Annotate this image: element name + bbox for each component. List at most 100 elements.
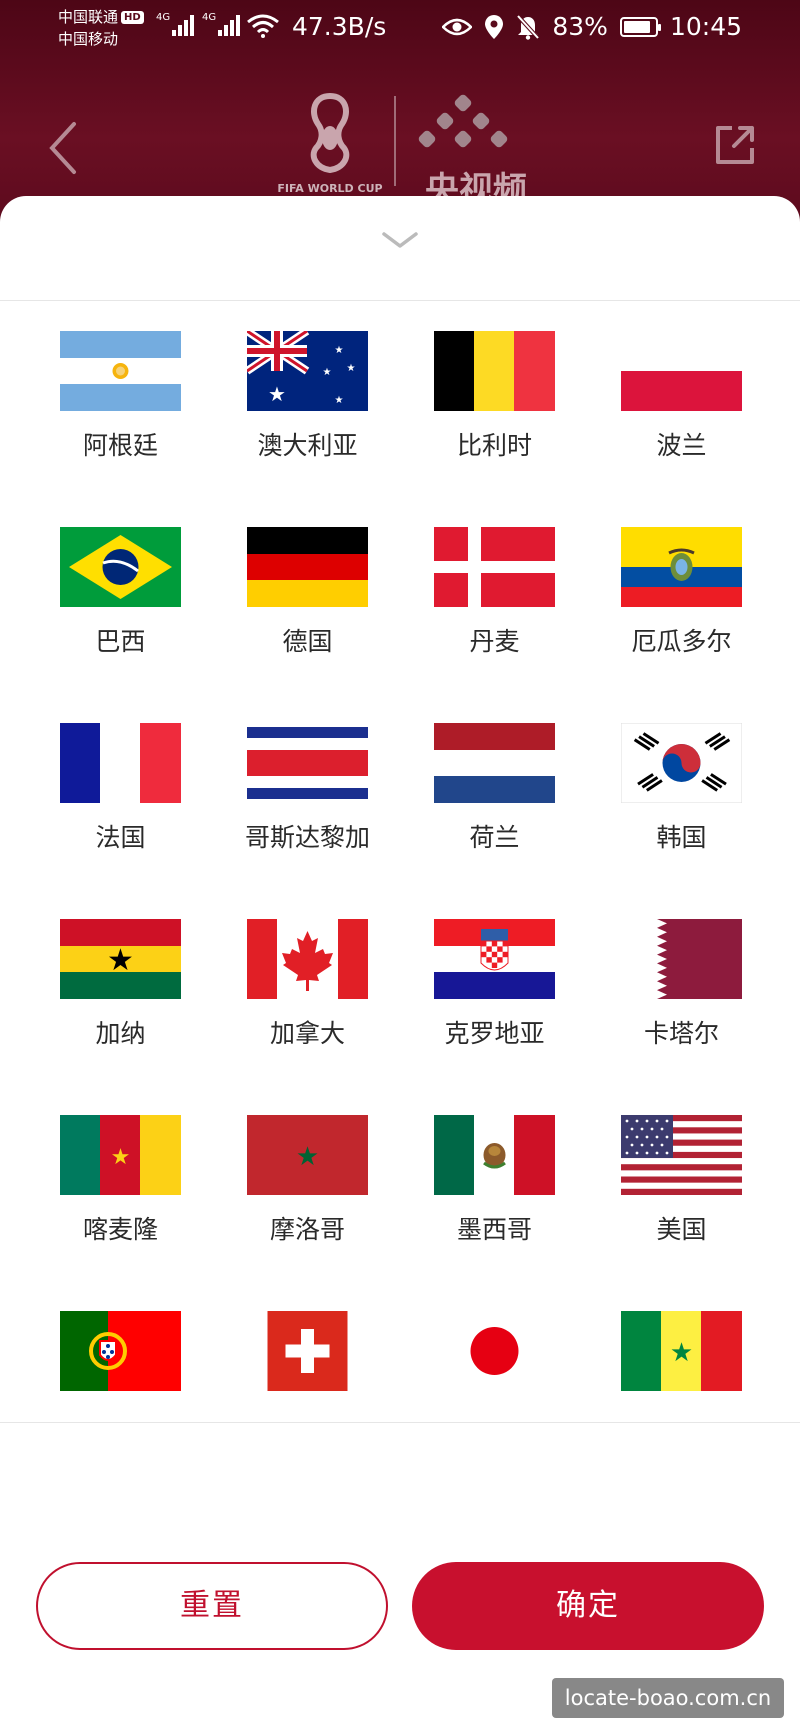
hd-badge: HD (121, 11, 144, 24)
country-item-netherlands[interactable]: 荷兰 (401, 693, 588, 889)
sheet-divider-bottom (0, 1422, 800, 1423)
portugal-flag-icon (60, 1311, 181, 1391)
signal-1-icon (172, 14, 194, 36)
country-item-ecuador[interactable]: 厄瓜多尔 (588, 497, 775, 693)
country-name: 比利时 (456, 431, 532, 460)
battery-percent: 83% (552, 12, 608, 41)
back-arrow-icon[interactable] (44, 118, 84, 178)
netherlands-flag-icon (434, 723, 555, 803)
carrier-info: 中国联通 HD 中国移动 (58, 6, 144, 50)
country-item-canada[interactable]: 加拿大 (214, 889, 401, 1085)
ghana-flag-icon: ★ (60, 919, 181, 999)
country-item-cameroon[interactable]: ★ 喀麦隆 (27, 1085, 214, 1281)
mute-bell-icon (516, 14, 540, 40)
country-item-portugal[interactable] (27, 1281, 214, 1415)
country-item-france[interactable]: 法国 (27, 693, 214, 889)
country-item-belgium[interactable]: 比利时 (401, 301, 588, 497)
country-name: 巴西 (95, 627, 146, 656)
country-item-croatia[interactable]: 克罗地亚 (401, 889, 588, 1085)
svg-text:★: ★ (111, 1145, 131, 1170)
korea-flag-icon (621, 723, 742, 803)
senegal-flag-icon: ★ (621, 1311, 742, 1391)
country-name: 喀麦隆 (82, 1215, 158, 1244)
argentina-flag-icon (60, 331, 181, 411)
carrier-1: 中国联通 (58, 8, 119, 26)
country-name: 摩洛哥 (269, 1215, 345, 1244)
country-grid: 阿根廷 ★ ★ ★ ★ ★ 澳大利亚 比利时 波兰 巴西 德国 丹麦 厄瓜多尔 … (0, 301, 800, 1415)
usa-flag-icon (621, 1115, 742, 1195)
watermark: locate-boao.com.cn (552, 1678, 784, 1718)
cameroon-flag-icon: ★ (60, 1115, 181, 1195)
svg-text:★: ★ (107, 943, 134, 978)
svg-text:★: ★ (335, 395, 344, 406)
country-item-poland[interactable]: 波兰 (588, 301, 775, 497)
country-name: 韩国 (656, 823, 707, 852)
australia-flag-icon: ★ ★ ★ ★ ★ (247, 331, 368, 411)
country-name: 阿根廷 (82, 431, 158, 460)
country-name: 德国 (282, 627, 333, 656)
country-name: 丹麦 (469, 627, 520, 656)
network-type-1: 4G (156, 12, 171, 23)
country-item-costa-rica[interactable]: 哥斯达黎加 (214, 693, 401, 889)
morocco-flag-icon: ★ (247, 1115, 368, 1195)
wifi-icon (247, 14, 279, 38)
country-name: 哥斯达黎加 (244, 823, 370, 852)
country-item-japan[interactable] (401, 1281, 588, 1415)
net-speed: 47.3B/s (292, 12, 387, 41)
country-name: 法国 (95, 823, 146, 852)
country-item-senegal[interactable]: ★ (588, 1281, 775, 1415)
battery-icon (619, 16, 661, 37)
japan-flag-icon (434, 1311, 555, 1391)
location-icon (485, 14, 504, 39)
country-filter-sheet: 阿根廷 ★ ★ ★ ★ ★ 澳大利亚 比利时 波兰 巴西 德国 丹麦 厄瓜多尔 … (0, 196, 800, 1733)
network-type-2: 4G (202, 12, 217, 23)
carrier-2: 中国移动 (58, 30, 119, 48)
ecuador-flag-icon (621, 527, 742, 607)
country-item-switzerland[interactable] (214, 1281, 401, 1415)
svg-text:★: ★ (347, 363, 356, 374)
france-flag-icon (60, 723, 181, 803)
belgium-flag-icon (434, 331, 555, 411)
country-item-mexico[interactable]: 墨西哥 (401, 1085, 588, 1281)
denmark-flag-icon (434, 527, 555, 607)
svg-text:★: ★ (268, 382, 286, 406)
clock: 10:45 (669, 12, 742, 41)
country-item-korea[interactable]: 韩国 (588, 693, 775, 889)
country-item-germany[interactable]: 德国 (214, 497, 401, 693)
country-item-argentina[interactable]: 阿根廷 (27, 301, 214, 497)
country-name: 荷兰 (469, 823, 520, 852)
country-name: 波兰 (656, 431, 707, 460)
country-item-australia[interactable]: ★ ★ ★ ★ ★ 澳大利亚 (214, 301, 401, 497)
country-name: 加拿大 (269, 1019, 345, 1048)
country-name: 加纳 (95, 1019, 146, 1048)
trophy-icon (310, 92, 350, 174)
svg-text:★: ★ (335, 345, 344, 356)
confirm-button[interactable]: 确定 (412, 1562, 764, 1650)
country-name: 卡塔尔 (643, 1019, 719, 1048)
country-item-qatar[interactable]: 卡塔尔 (588, 889, 775, 1085)
reset-button[interactable]: 重置 (36, 1562, 388, 1650)
country-name: 厄瓜多尔 (631, 627, 732, 656)
svg-text:★: ★ (296, 1142, 319, 1172)
country-item-usa[interactable]: 美国 (588, 1085, 775, 1281)
country-item-brazil[interactable]: 巴西 (27, 497, 214, 693)
share-icon[interactable] (710, 120, 760, 170)
country-item-ghana[interactable]: ★ 加纳 (27, 889, 214, 1085)
qatar-flag-icon (621, 919, 742, 999)
country-name: 墨西哥 (456, 1215, 532, 1244)
fifa-logo-text: FIFA WORLD CUP (277, 182, 383, 195)
status-bar: 中国联通 HD 中国移动 4G 4G 47.3B/s 83% 10:45 (0, 0, 800, 56)
signal-2-icon (218, 14, 240, 36)
country-item-denmark[interactable]: 丹麦 (401, 497, 588, 693)
country-name: 澳大利亚 (257, 431, 358, 460)
svg-text:★: ★ (323, 367, 332, 378)
country-item-morocco[interactable]: ★ 摩洛哥 (214, 1085, 401, 1281)
canada-flag-icon (247, 919, 368, 999)
chevron-down-icon[interactable] (380, 228, 420, 250)
country-name: 美国 (656, 1215, 707, 1244)
costa-rica-flag-icon (247, 723, 368, 803)
cctv-dots-icon (418, 94, 508, 148)
cctv-video-logo: 央视频 (416, 90, 536, 210)
eye-icon (442, 18, 473, 35)
poland-flag-icon (621, 331, 742, 411)
